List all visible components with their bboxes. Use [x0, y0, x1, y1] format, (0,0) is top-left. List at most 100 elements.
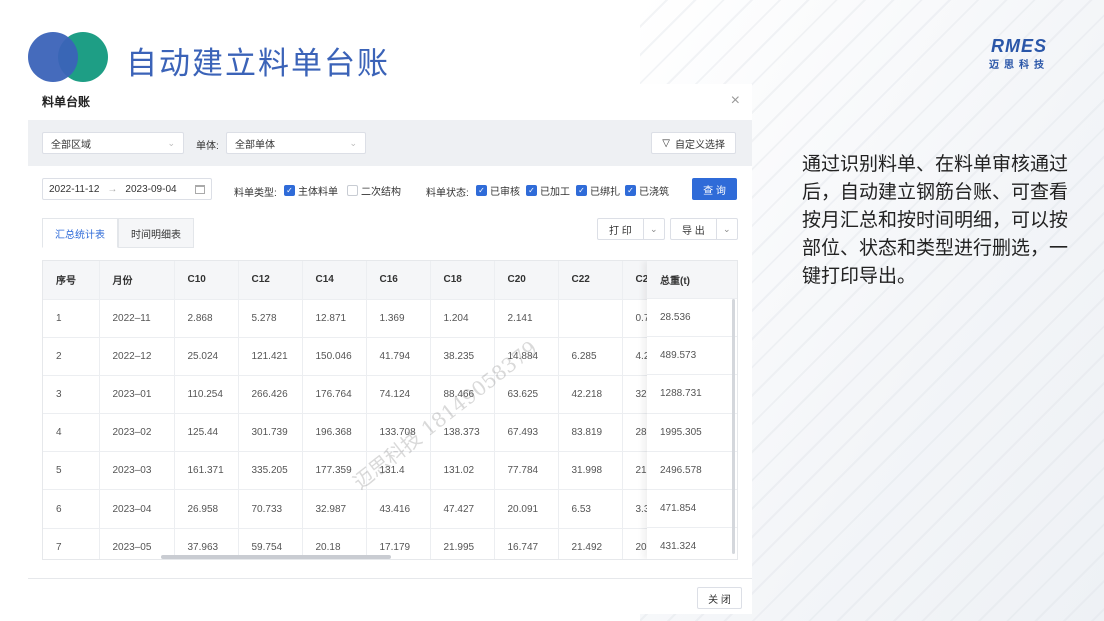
table-cell: 32.987: [302, 489, 367, 529]
table-cell: 4: [43, 413, 100, 453]
print-button[interactable]: 打 印: [598, 219, 644, 239]
calendar-icon: [195, 184, 205, 194]
total-cell: 2496.578: [647, 452, 737, 490]
table-cell: 77.784: [494, 451, 559, 491]
table-cell: 2: [43, 337, 100, 376]
table-row: 2 2022–12 25.024 121.421 150.046 41.794 38.235…: [43, 337, 687, 376]
region-select-value: 全部区域: [51, 139, 91, 151]
table-row: 3 2023–01 110.254 266.426 176.764 74.124 88.46…: [43, 375, 687, 415]
table-cell: 6.285: [558, 337, 623, 376]
column-header: 序号: [43, 261, 100, 300]
chevron-down-icon: ⌄: [349, 137, 357, 148]
table-cell: 74.124: [366, 375, 431, 415]
table-cell: 47.427: [430, 489, 495, 529]
table-cell: 2023–01: [99, 375, 175, 415]
table-cell: 5: [43, 451, 100, 491]
custom-select-label: 自定义选择: [675, 139, 725, 151]
table-cell: 25.024: [174, 337, 239, 376]
column-header: C10: [174, 261, 239, 300]
table-cell: 41.794: [366, 337, 431, 376]
total-cell: 471.854: [647, 490, 737, 529]
table-cell: 5.278: [238, 299, 303, 338]
type-checkbox-label: 主体料单: [298, 187, 338, 198]
type-checkbox-label: 二次结构: [361, 187, 401, 198]
title-circles-decoration: [28, 32, 108, 82]
table-cell: 83.819: [558, 413, 623, 453]
date-range-picker[interactable]: 2022-11-12 → 2023-09-04: [42, 178, 212, 200]
table-row: 6 2023–04 26.958 70.733 32.987 43.416 47.427 20…: [43, 489, 687, 529]
checkbox-checked-icon: ✓: [576, 185, 587, 196]
status-checkbox-bound[interactable]: ✓ 已绑扎: [576, 183, 620, 198]
vertical-scrollbar[interactable]: [732, 299, 735, 554]
table-cell: [558, 299, 623, 338]
table-cell: 176.764: [302, 375, 367, 415]
close-button[interactable]: 关 闭: [697, 587, 742, 609]
table-cell: 125.44: [174, 413, 239, 453]
table-cell: 2023–03: [99, 451, 175, 491]
filter-row-2: 2022-11-12 → 2023-09-04 料单类型: ✓ 主体料单 二次结…: [28, 176, 752, 204]
export-button[interactable]: 导 出: [671, 219, 717, 239]
total-cell: 1995.305: [647, 414, 737, 452]
chevron-down-icon[interactable]: ⌄: [644, 219, 664, 239]
status-checkbox-label: 已浇筑: [639, 187, 669, 198]
checkbox-checked-icon: ✓: [284, 185, 295, 196]
table-cell: 43.416: [366, 489, 431, 529]
table-cell: 131.02: [430, 451, 495, 491]
table-cell: 335.205: [238, 451, 303, 491]
table-cell: 121.421: [238, 337, 303, 376]
brand-subtitle: 迈思科技: [989, 60, 1049, 71]
arrow-right-icon: →: [107, 183, 118, 195]
table-cell: 161.371: [174, 451, 239, 491]
table-cell: 1.369: [366, 299, 431, 338]
table-cell: 1: [43, 299, 100, 338]
table-header-row: 序号 月份 C10 C12 C14 C16 C18 C20 C22 C25: [43, 261, 687, 300]
tab-bar: 汇总统计表 时间明细表: [42, 218, 194, 248]
export-button-group: 导 出 ⌄: [670, 218, 738, 240]
type-checkbox-main[interactable]: ✓ 主体料单: [284, 183, 338, 198]
table-row: 4 2023–02 125.44 301.739 196.368 133.708 138.3…: [43, 413, 687, 453]
custom-select-button[interactable]: ▽ 自定义选择: [651, 132, 736, 154]
column-header: 总重(t): [647, 261, 737, 299]
total-cell: 489.573: [647, 337, 737, 376]
status-label: 料单状态:: [426, 188, 469, 199]
status-checkbox-label: 已绑扎: [590, 187, 620, 198]
table-cell: 266.426: [238, 375, 303, 415]
ledger-table: 序号 月份 C10 C12 C14 C16 C18 C20 C22 C25 12…: [42, 260, 738, 560]
unit-select[interactable]: 全部单体 ⌄: [226, 132, 366, 154]
total-column: 总重(t) 28.536 489.573 1288.731 1995.305 2…: [647, 261, 737, 559]
table-cell: 150.046: [302, 337, 367, 376]
table-cell: 26.958: [174, 489, 239, 529]
slide-title: 自动建立料单台账: [126, 46, 390, 82]
checkbox-checked-icon: ✓: [476, 185, 487, 196]
total-cell: 431.324: [647, 528, 737, 559]
table-cell: 2022–12: [99, 337, 175, 376]
region-select[interactable]: 全部区域 ⌄: [42, 132, 184, 154]
filter-bar: 全部区域 ⌄ 单体: 全部单体 ⌄ ▽ 自定义选择: [28, 120, 752, 166]
unit-label: 单体:: [196, 141, 219, 152]
status-checkbox-poured[interactable]: ✓ 已浇筑: [625, 183, 669, 198]
table-cell: 2.141: [494, 299, 559, 338]
table-cell: 21.995: [430, 528, 495, 559]
table-cell: 12.871: [302, 299, 367, 338]
status-checkbox-audited[interactable]: ✓ 已审核: [476, 183, 520, 198]
table-cell: 6: [43, 489, 100, 529]
type-label: 料单类型:: [234, 188, 277, 199]
table-cell: 2022–11: [99, 299, 175, 338]
tab-summary[interactable]: 汇总统计表: [42, 218, 118, 248]
table-cell: 3: [43, 375, 100, 415]
horizontal-scrollbar[interactable]: [161, 555, 391, 559]
checkbox-unchecked-icon: [347, 185, 358, 196]
brand-mark: RMES: [990, 36, 1047, 56]
table-cell: 2023–02: [99, 413, 175, 453]
table-cell: 110.254: [174, 375, 239, 415]
close-icon[interactable]: ×: [731, 92, 740, 110]
table-cell: 31.998: [558, 451, 623, 491]
query-button[interactable]: 查 询: [692, 178, 737, 200]
chevron-down-icon[interactable]: ⌄: [717, 219, 737, 239]
type-checkbox-secondary[interactable]: 二次结构: [347, 183, 401, 198]
column-header: C18: [430, 261, 495, 300]
tab-time-detail[interactable]: 时间明细表: [118, 218, 194, 248]
column-header: C14: [302, 261, 367, 300]
status-checkbox-processed[interactable]: ✓ 已加工: [526, 183, 570, 198]
slide-description: 通过识别料单、在料单审核通过后，自动建立钢筋台账、可查看按月汇总和按时间明细，可…: [802, 153, 1069, 287]
